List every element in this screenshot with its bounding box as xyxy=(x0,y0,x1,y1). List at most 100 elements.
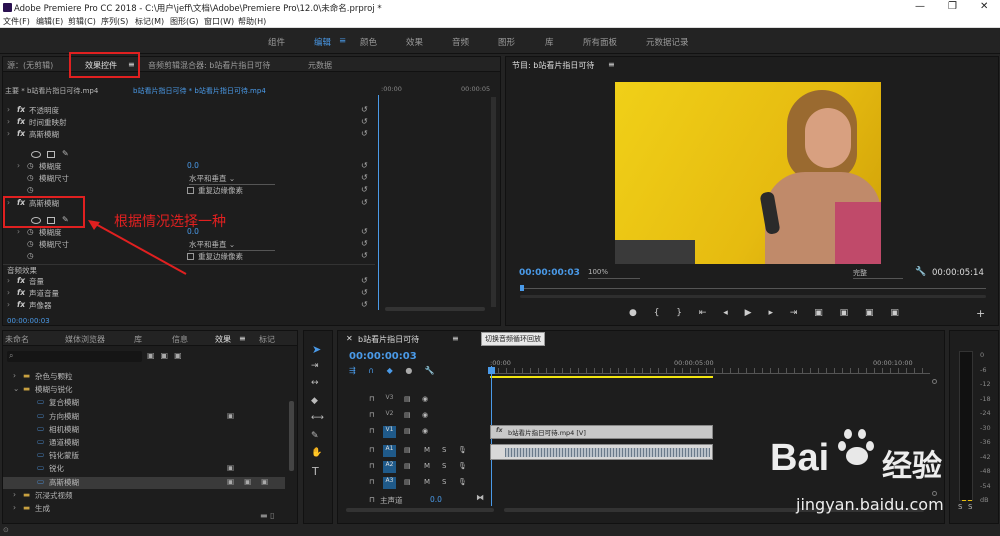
wrench-icon[interactable]: 🔧 xyxy=(915,267,926,277)
expand-chevron-icon[interactable]: › xyxy=(7,105,10,114)
param-select[interactable]: 水平和垂直 ⌄ xyxy=(189,173,275,185)
hand-tool-icon[interactable]: ✋ xyxy=(311,448,322,458)
effect-row[interactable]: › ◷ 模糊度 0.0 ↺ xyxy=(3,161,375,172)
mute-button[interactable]: M xyxy=(424,478,430,486)
vertical-zoom-handle-top[interactable] xyxy=(932,379,937,384)
work-area-bar[interactable] xyxy=(490,376,713,378)
panel-scrollbar[interactable] xyxy=(491,97,496,307)
effects-tree-item[interactable]: ▭ 复合模糊 xyxy=(3,397,285,409)
master-track-header[interactable]: ⊓ 主声道 0.0 xyxy=(338,495,478,506)
menu-edit[interactable]: 编辑(E) xyxy=(36,16,63,27)
reset-icon[interactable]: ↺ xyxy=(361,185,368,194)
effect-row[interactable]: › fx 时间重映射 ↺ xyxy=(3,117,375,128)
reset-icon[interactable]: ↺ xyxy=(361,239,368,248)
program-playhead[interactable] xyxy=(520,285,524,291)
expand-chevron-icon[interactable]: › xyxy=(7,129,10,138)
timeline-title[interactable]: b站看片指日可待 xyxy=(358,334,419,345)
track-header[interactable]: ⊓ V2 ▤ ◉ xyxy=(338,410,478,422)
track-header[interactable]: ⊓ A1 ▤ M S 🎙 xyxy=(338,445,478,457)
track-label[interactable]: V3 xyxy=(383,394,396,406)
track-label[interactable]: V1 xyxy=(383,426,396,438)
reset-icon[interactable]: ↺ xyxy=(361,161,368,170)
video-clip[interactable]: fx b站看片指日可待.mp4 [V] xyxy=(490,425,713,439)
track-header[interactable]: ⊓ V1 ▤ ◉ xyxy=(338,426,478,438)
lock-icon[interactable]: ⊓ xyxy=(369,462,374,470)
fx-badge[interactable]: fx xyxy=(17,288,25,297)
stopwatch-icon[interactable]: ◷ xyxy=(27,173,34,182)
timeline-menu-icon[interactable]: ≡ xyxy=(452,334,459,343)
reset-icon[interactable]: ↺ xyxy=(361,276,368,285)
fx-badge[interactable]: fx xyxy=(17,117,25,126)
effects-tree-item[interactable]: ▭ 锐化 ▣ xyxy=(3,463,285,475)
mute-button[interactable]: M xyxy=(424,462,430,470)
master-lock-icon[interactable]: ⊓ xyxy=(369,495,375,504)
tab-source[interactable]: 源：(无剪辑) xyxy=(7,60,53,71)
workspace-audio[interactable]: 音频 xyxy=(452,36,469,48)
header-scrollbar[interactable] xyxy=(346,508,494,512)
stopwatch-icon[interactable]: ◷ xyxy=(27,185,34,194)
sync-lock-icon[interactable]: ▤ xyxy=(404,462,411,470)
pen-mask-icon[interactable]: ✎ xyxy=(62,149,69,158)
timeline-ruler[interactable] xyxy=(490,368,930,374)
track-header[interactable]: ⊓ V3 ▤ ◉ xyxy=(338,394,478,406)
sync-lock-icon[interactable]: ▤ xyxy=(404,446,411,454)
workspace-metadata[interactable]: 元数据记录 xyxy=(646,36,689,48)
solo-button[interactable]: S xyxy=(442,478,446,486)
menu-window[interactable]: 窗口(W) xyxy=(204,16,234,27)
effects-tree-item[interactable]: › ▬ 生成 xyxy=(3,503,285,515)
stopwatch-icon[interactable]: ◷ xyxy=(27,251,34,260)
tab-metadata[interactable]: 元数据 xyxy=(308,60,332,71)
effects-tree-item[interactable]: ▭ 高斯模糊 ▣▣▣ xyxy=(3,476,285,489)
workspace-editing[interactable]: 编辑 xyxy=(314,36,331,48)
pen-tool-icon[interactable]: ✎ xyxy=(311,431,319,441)
expand-chevron-icon[interactable]: › xyxy=(7,276,10,285)
slip-tool-icon[interactable]: ⟷ xyxy=(311,413,324,423)
timeline-toolbar[interactable]: ⇶ ∩ ◆ ● 🔧 xyxy=(349,366,435,375)
workspace-libraries[interactable]: 库 xyxy=(545,36,554,48)
transport-controls[interactable]: ● { } ⇤ ◂ ▶ ▸ ⇥ ▣ ▣ ▣ ▣ xyxy=(629,308,899,318)
reset-icon[interactable]: ↺ xyxy=(361,227,368,236)
effects-tree-item[interactable]: ⌄ ▬ 模糊与锐化 xyxy=(3,384,285,396)
type-tool-icon[interactable]: T xyxy=(312,465,319,478)
track-label[interactable]: A3 xyxy=(383,477,396,489)
expand-chevron-icon[interactable]: › xyxy=(17,227,20,236)
track-select-tool-icon[interactable]: ⇥ xyxy=(311,361,319,371)
close-button[interactable]: ✕ xyxy=(980,1,988,12)
zoom-scrollbar[interactable] xyxy=(385,307,485,311)
menu-graphics[interactable]: 图形(G) xyxy=(170,16,198,27)
workspace-all-panels[interactable]: 所有面板 xyxy=(583,36,617,48)
chevron-icon[interactable]: › xyxy=(13,490,16,499)
effect-row[interactable]: › fx 高斯模糊 ↺ xyxy=(3,129,375,140)
workspace-graphics[interactable]: 图形 xyxy=(498,36,515,48)
reset-icon[interactable]: ↺ xyxy=(361,129,368,138)
workspace-color[interactable]: 颜色 xyxy=(360,36,377,48)
menu-help[interactable]: 帮助(H) xyxy=(238,16,266,27)
track-header[interactable]: ⊓ A2 ▤ M S 🎙 xyxy=(338,461,478,473)
workspace-menu-icon[interactable]: ≡ xyxy=(339,36,346,46)
track-label[interactable]: A1 xyxy=(383,445,396,457)
track-header[interactable]: ⊓ A3 ▤ M S 🎙 xyxy=(338,477,478,489)
tab-project[interactable]: 未命名 xyxy=(5,334,29,345)
effects-filter-icons[interactable]: ▣▣▣ xyxy=(147,351,188,360)
workspace-effects[interactable]: 效果 xyxy=(406,36,423,48)
effects-tree-item[interactable]: › ▬ 杂色与颗粒 xyxy=(3,371,285,383)
master-value[interactable]: 0.0 xyxy=(430,495,442,504)
effect-row[interactable]: › fx 声像器 ↺ xyxy=(3,300,375,311)
fx-badge[interactable]: fx xyxy=(17,276,25,285)
reset-icon[interactable]: ↺ xyxy=(361,117,368,126)
reset-icon[interactable]: ↺ xyxy=(361,198,368,207)
track-label[interactable]: V2 xyxy=(383,410,396,422)
menu-marker[interactable]: 标记(M) xyxy=(135,16,164,27)
program-menu-icon[interactable]: ≡ xyxy=(608,60,615,69)
razor-tool-icon[interactable]: ◆ xyxy=(311,396,318,406)
fx-badge[interactable]: fx xyxy=(17,105,25,114)
audio-clip[interactable] xyxy=(490,444,713,460)
chevron-icon[interactable]: › xyxy=(13,371,16,380)
reset-icon[interactable]: ↺ xyxy=(361,173,368,182)
ellipse-mask-icon[interactable] xyxy=(31,151,41,158)
tab-markers[interactable]: 标记 xyxy=(259,334,275,345)
reset-icon[interactable]: ↺ xyxy=(361,300,368,309)
quality-select[interactable]: 完整 xyxy=(853,268,903,279)
effects-tree-item[interactable]: ▭ 方向模糊 ▣ xyxy=(3,411,285,423)
sync-lock-icon[interactable]: ▤ xyxy=(404,411,411,419)
